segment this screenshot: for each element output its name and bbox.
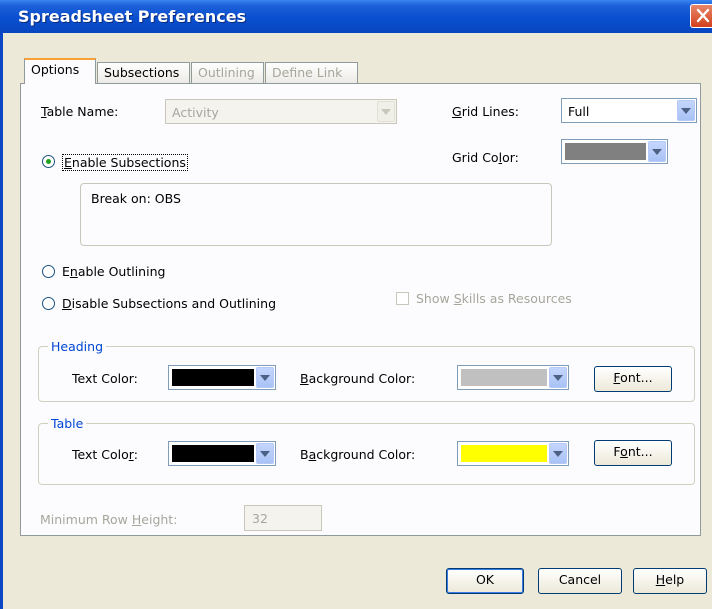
button-label: Font...	[613, 444, 653, 459]
table-group-title: Table	[48, 416, 87, 431]
close-icon	[696, 8, 710, 23]
checkbox-box[interactable]	[396, 292, 409, 305]
grid-lines-value: Full	[568, 104, 590, 119]
radio-button[interactable]	[42, 297, 55, 310]
heading-text-color-swatch	[172, 369, 254, 386]
table-text-color-swatch	[172, 445, 254, 462]
break-on-text: Break on: OBS	[91, 191, 181, 206]
min-row-height-label: Minimum Row Height:	[40, 512, 178, 527]
tab-label: Define Link	[272, 65, 343, 80]
title-bar: Spreadsheet Preferences	[0, 0, 712, 33]
table-text-color-select[interactable]	[168, 441, 276, 466]
table-name-value: Activity	[172, 105, 219, 120]
close-button[interactable]	[690, 4, 712, 28]
heading-text-color-select[interactable]	[168, 365, 276, 390]
grid-color-select[interactable]	[561, 139, 668, 164]
radio-button[interactable]	[42, 155, 55, 168]
tab-label: Options	[31, 62, 80, 77]
dropdown-button[interactable]	[677, 100, 695, 121]
radio-disable-subsections-outlining[interactable]: Disable Subsections and Outlining	[42, 296, 302, 312]
dropdown-button[interactable]	[549, 443, 567, 464]
dropdown-button[interactable]	[549, 367, 567, 388]
chevron-down-icon	[553, 450, 563, 457]
min-row-height-input[interactable]: 32	[244, 505, 322, 531]
grid-lines-select[interactable]: Full	[561, 98, 697, 123]
break-on-box: Break on: OBS	[80, 183, 552, 246]
chevron-down-icon	[381, 108, 391, 115]
radio-label: Enable Subsections	[62, 154, 188, 171]
table-bg-color-swatch	[461, 445, 547, 462]
grid-color-swatch	[565, 143, 646, 160]
cancel-button[interactable]: Cancel	[538, 568, 622, 594]
button-label: Cancel	[558, 572, 602, 587]
heading-font-button[interactable]: Font...	[594, 366, 672, 392]
dropdown-button[interactable]	[648, 141, 666, 162]
table-bg-color-label: Background Color:	[300, 447, 416, 462]
radio-label: Enable Outlining	[62, 264, 166, 279]
heading-group-title: Heading	[48, 339, 107, 354]
radio-label: Disable Subsections and Outlining	[62, 296, 277, 311]
checkbox-label: Show Skills as Resources	[416, 291, 572, 306]
grid-lines-label: Grid Lines:	[452, 104, 519, 119]
radio-enable-outlining[interactable]: Enable Outlining	[42, 264, 202, 280]
table-text-color-label: Text Color:	[72, 447, 138, 462]
dropdown-button[interactable]	[256, 367, 274, 388]
dropdown-button[interactable]	[377, 101, 395, 122]
window-title: Spreadsheet Preferences	[18, 7, 247, 26]
min-row-height-value: 32	[252, 511, 268, 526]
chevron-down-icon	[652, 148, 662, 155]
chevron-down-icon	[260, 374, 270, 381]
table-font-button[interactable]: Font...	[594, 440, 672, 466]
help-button[interactable]: Help	[633, 568, 707, 594]
heading-bg-color-swatch	[461, 369, 547, 386]
radio-selected-dot	[46, 159, 51, 164]
button-label: Font...	[613, 370, 653, 385]
show-skills-checkbox[interactable]: Show Skills as Resources	[396, 291, 596, 307]
dropdown-button[interactable]	[256, 443, 274, 464]
table-name-select[interactable]: Activity	[165, 99, 397, 124]
heading-text-color-label: Text Color:	[72, 371, 138, 386]
grid-color-label: Grid Color:	[452, 150, 519, 165]
tab-define-link[interactable]: Define Link	[265, 62, 358, 83]
chevron-down-icon	[681, 107, 691, 114]
tab-label: Subsections	[104, 65, 180, 80]
button-label: Help	[655, 572, 685, 587]
tab-subsections[interactable]: Subsections	[97, 62, 190, 83]
tab-label: Outlining	[198, 65, 255, 80]
radio-button[interactable]	[42, 265, 55, 278]
chevron-down-icon	[260, 450, 270, 457]
heading-bg-color-select[interactable]	[457, 365, 569, 390]
chevron-down-icon	[553, 374, 563, 381]
tab-outlining[interactable]: Outlining	[191, 62, 264, 83]
table-name-label: Table Name:	[41, 104, 119, 119]
radio-enable-subsections[interactable]: Enable Subsections	[42, 154, 242, 171]
ok-button[interactable]: OK	[446, 568, 524, 594]
tab-options[interactable]: Options	[24, 58, 96, 84]
heading-bg-color-label: Background Color:	[300, 371, 416, 386]
button-label: OK	[475, 572, 495, 587]
table-bg-color-select[interactable]	[457, 441, 569, 466]
